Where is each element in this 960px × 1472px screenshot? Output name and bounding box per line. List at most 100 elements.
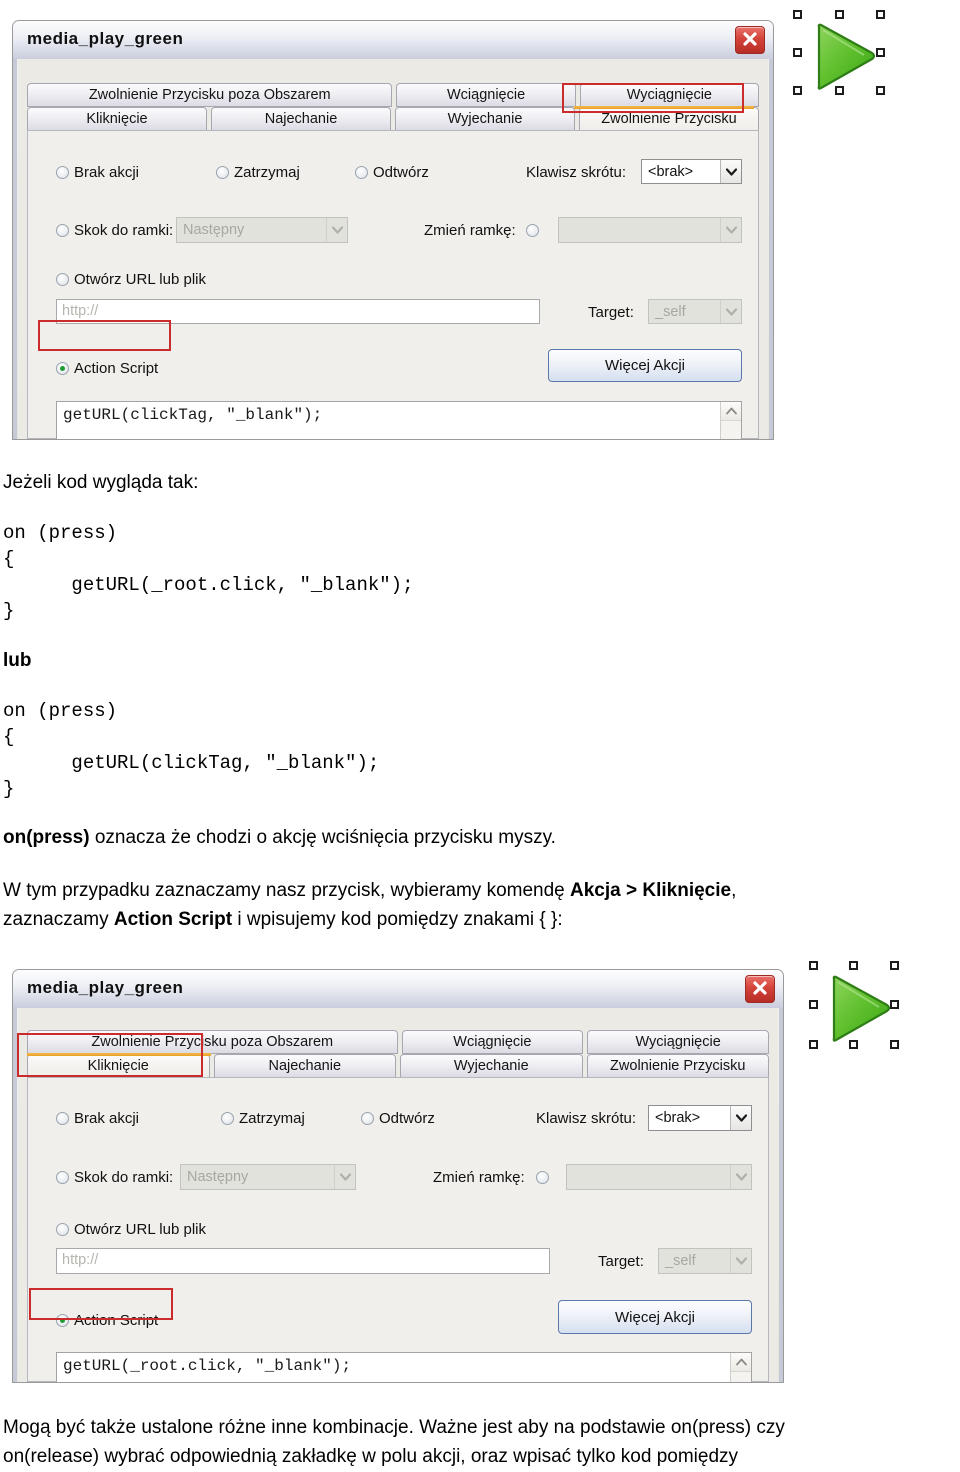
shortcut-key-value: <brak> xyxy=(655,1110,701,1126)
radio-label: Action Script xyxy=(74,360,159,377)
tab-zwolnienie-poza-obszarem[interactable]: Zwolnienie Przycisku poza Obszarem xyxy=(27,83,393,107)
shortcut-key-combo[interactable]: <brak> xyxy=(641,159,742,184)
tab-row-upper[interactable]: Zwolnienie Przycisku poza Obszarem Wciąg… xyxy=(27,83,759,107)
url-input[interactable]: http:// xyxy=(56,1248,550,1274)
actions-panel: Brak akcji Zatrzymaj Odtwórz Klawisz skr… xyxy=(27,1077,769,1382)
radio-zatrzymaj[interactable]: Zatrzymaj xyxy=(216,164,300,181)
radio-otworz-url[interactable]: Otwórz URL lub plik xyxy=(56,271,206,288)
radio-zatrzymaj[interactable]: Zatrzymaj xyxy=(221,1110,305,1127)
tab-wciagniecie[interactable]: Wciągnięcie xyxy=(396,83,576,107)
actions-dialog-bottom[interactable]: media_play_green Zwolnienie Przycisku po… xyxy=(12,969,784,1383)
label-lub: lub xyxy=(3,650,32,671)
change-frame-combo[interactable] xyxy=(566,1164,752,1190)
chevron-down-icon[interactable] xyxy=(334,1165,355,1189)
radio-label: Odtwórz xyxy=(379,1110,435,1127)
chevron-down-icon[interactable] xyxy=(326,218,347,242)
radio-brak-akcji[interactable]: Brak akcji xyxy=(56,164,139,181)
chevron-down-icon[interactable] xyxy=(720,160,741,183)
selection-handle[interactable] xyxy=(809,1040,818,1049)
paragraph-instructions-b: Akcja > Kliknięcie xyxy=(570,880,732,901)
radio-skok-do-ramki[interactable]: Skok do ramki: xyxy=(56,1169,173,1186)
radio-brak-akcji[interactable]: Brak akcji xyxy=(56,1110,139,1127)
selection-handle[interactable] xyxy=(793,86,802,95)
tab-wciagniecie[interactable]: Wciągnięcie xyxy=(401,1030,584,1054)
tab-zwolnienie-przycisku[interactable]: Zwolnienie Przycisku xyxy=(586,1054,769,1078)
chevron-down-icon[interactable] xyxy=(720,300,741,323)
radio-zmien-ramke[interactable] xyxy=(536,1169,549,1186)
frame-jump-combo[interactable]: Następny xyxy=(176,217,348,243)
green-play-triangle-icon[interactable] xyxy=(827,974,893,1044)
radio-odtworz[interactable]: Odtwórz xyxy=(361,1110,435,1127)
paragraph-on-press: on(press) oznacza że chodzi o akcję wciś… xyxy=(3,823,943,852)
heading-jezeli-kod: Jeżeli kod wygląda tak: xyxy=(3,472,199,493)
radio-knob xyxy=(526,224,539,237)
dialog-body: Zwolnienie Przycisku poza Obszarem Wciąg… xyxy=(18,1008,778,1382)
code-scrollbar[interactable] xyxy=(720,402,741,439)
selection-handle[interactable] xyxy=(849,961,858,970)
radio-knob xyxy=(355,166,368,179)
url-input[interactable]: http:// xyxy=(56,299,540,324)
label-klawisz-skrotu: Klawisz skrótu: xyxy=(526,164,627,181)
target-combo[interactable]: _self xyxy=(658,1248,752,1274)
label-zmien-ramke: Zmień ramkę: xyxy=(433,1169,525,1186)
tab-label: Wyjechanie xyxy=(447,111,523,127)
radio-action-script[interactable]: Action Script xyxy=(56,360,158,377)
tab-klikniecie[interactable]: Kliknięcie xyxy=(27,107,207,131)
shortcut-key-combo[interactable]: <brak> xyxy=(648,1105,752,1131)
radio-odtworz[interactable]: Odtwórz xyxy=(355,164,429,181)
dialog-titlebar[interactable]: media_play_green xyxy=(13,21,773,59)
dialog-titlebar[interactable]: media_play_green xyxy=(13,970,783,1008)
scroll-up-icon[interactable] xyxy=(731,1353,751,1372)
chevron-down-icon[interactable] xyxy=(730,1165,751,1189)
chevron-down-icon[interactable] xyxy=(720,218,741,242)
radio-skok-do-ramki[interactable]: Skok do ramki: xyxy=(56,222,173,239)
tab-zwolnienie-przycisku[interactable]: Zwolnienie Przycisku xyxy=(579,107,759,131)
selection-handle[interactable] xyxy=(809,1000,818,1009)
tab-wyciagniecie[interactable]: Wyciągnięcie xyxy=(579,83,759,107)
close-icon[interactable] xyxy=(745,975,775,1003)
chevron-down-icon[interactable] xyxy=(730,1106,751,1130)
green-play-triangle-icon[interactable] xyxy=(812,22,878,92)
frame-jump-combo[interactable]: Następny xyxy=(180,1164,356,1190)
selection-handle[interactable] xyxy=(835,10,844,19)
scroll-up-icon[interactable] xyxy=(721,402,741,421)
dialog-title: media_play_green xyxy=(27,978,184,997)
selection-handle[interactable] xyxy=(809,961,818,970)
tab-klikniecie[interactable]: Kliknięcie xyxy=(27,1054,210,1078)
actionscript-code-area[interactable]: getURL(_root.click, "_blank"); xyxy=(56,1352,752,1382)
paragraph-instructions-f: i wpisujemy kod pomiędzy znakami { }: xyxy=(232,909,563,930)
selection-handle[interactable] xyxy=(876,10,885,19)
radio-label: Otwórz URL lub plik xyxy=(74,271,206,288)
change-frame-combo[interactable] xyxy=(558,217,742,243)
tab-wyjechanie[interactable]: Wyjechanie xyxy=(400,1054,583,1078)
more-actions-button[interactable]: Więcej Akcji xyxy=(548,349,742,382)
chevron-down-icon[interactable] xyxy=(730,1249,751,1273)
radio-otworz-url[interactable]: Otwórz URL lub plik xyxy=(56,1221,206,1238)
tab-row-lower[interactable]: Kliknięcie Najechanie Wyjechanie Zwolnie… xyxy=(27,1054,769,1078)
tab-row-upper[interactable]: Zwolnienie Przycisku poza Obszarem Wciąg… xyxy=(27,1030,769,1054)
radio-knob xyxy=(536,1171,549,1184)
target-value: _self xyxy=(655,303,686,320)
selection-handle[interactable] xyxy=(890,961,899,970)
tab-zwolnienie-poza-obszarem[interactable]: Zwolnienie Przycisku poza Obszarem xyxy=(27,1030,398,1054)
close-icon[interactable] xyxy=(735,26,765,54)
radio-zmien-ramke[interactable] xyxy=(526,222,539,239)
tab-najechanie[interactable]: Najechanie xyxy=(213,1054,396,1078)
more-actions-button[interactable]: Więcej Akcji xyxy=(558,1300,752,1334)
target-value: _self xyxy=(665,1253,696,1269)
tab-row-lower[interactable]: Kliknięcie Najechanie Wyjechanie Zwolnie… xyxy=(27,107,759,131)
actionscript-code-area[interactable]: getURL(clickTag, "_blank"); xyxy=(56,401,742,439)
target-combo[interactable]: _self xyxy=(648,299,742,324)
tab-label: Wyciągnięcie xyxy=(635,1034,721,1050)
dialog-body: Zwolnienie Przycisku poza Obszarem Wciąg… xyxy=(18,59,768,439)
selection-handle[interactable] xyxy=(793,48,802,57)
radio-label: Brak akcji xyxy=(74,1110,140,1127)
radio-action-script[interactable]: Action Script xyxy=(56,1312,158,1329)
selection-handle[interactable] xyxy=(793,10,802,19)
tab-najechanie[interactable]: Najechanie xyxy=(211,107,391,131)
more-actions-label: Więcej Akcji xyxy=(604,357,686,374)
tab-wyciagniecie[interactable]: Wyciągnięcie xyxy=(587,1030,769,1054)
tab-wyjechanie[interactable]: Wyjechanie xyxy=(395,107,575,131)
code-scrollbar[interactable] xyxy=(730,1353,751,1382)
actions-dialog-top[interactable]: media_play_green Zwolnienie Przycisku po… xyxy=(12,20,774,440)
